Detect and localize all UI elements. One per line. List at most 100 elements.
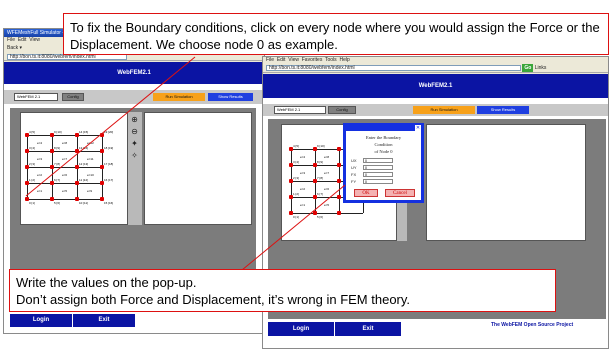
popup-line-2: Condition bbox=[374, 142, 393, 147]
fx-input[interactable]: 0 bbox=[363, 172, 393, 177]
node-label: 3 [4] bbox=[29, 146, 35, 150]
zoom-out-icon[interactable]: ⊖ bbox=[130, 127, 139, 136]
fx-label: FX bbox=[351, 172, 357, 177]
ux-input[interactable]: 0 bbox=[363, 158, 393, 163]
uy-label: UY bbox=[351, 165, 357, 170]
node-label: 19 [20] bbox=[104, 130, 114, 134]
top-instruction-text: To fix the Boundary conditions, click on… bbox=[70, 20, 600, 52]
left-config-button[interactable]: Config bbox=[62, 93, 84, 101]
element-label: e=9 bbox=[87, 189, 93, 193]
mesh-node[interactable] bbox=[337, 195, 341, 199]
ok-button[interactable]: OK bbox=[354, 189, 378, 197]
left-run-simulation-button[interactable]: Run Simulation bbox=[153, 93, 205, 101]
right-address-field[interactable]: http://bon.ts.it:8080/webfem/index.html bbox=[266, 64, 521, 71]
popup-line-3: of Node 0 bbox=[374, 149, 393, 154]
left-login-button[interactable]: Login bbox=[10, 314, 72, 327]
bottom-instruction-line-2: Don’t assign both Force and Displacement… bbox=[16, 292, 411, 307]
cancel-button[interactable]: Cancel bbox=[385, 189, 415, 197]
popup-titlebar: ✕ bbox=[346, 125, 421, 131]
uy-input[interactable]: 0 bbox=[363, 165, 393, 170]
node-label: 6 [7] bbox=[54, 178, 60, 182]
zoom-in-icon[interactable]: ⊕ bbox=[130, 115, 139, 124]
element-label: e=6 bbox=[62, 173, 68, 177]
mesh-h-line bbox=[27, 135, 102, 136]
node-label: 7 [8] bbox=[54, 162, 60, 166]
element-label: e=8 bbox=[324, 155, 330, 159]
element-label: e=7 bbox=[324, 171, 330, 175]
node-label: 8 [9] bbox=[317, 160, 323, 164]
element-label: e=4 bbox=[37, 141, 43, 145]
mesh-h-line bbox=[27, 167, 102, 168]
node-label: 16 [17] bbox=[104, 178, 114, 182]
element-label: e=3 bbox=[37, 157, 43, 161]
close-icon[interactable]: ✕ bbox=[415, 125, 421, 131]
left-results-panel bbox=[144, 112, 252, 225]
node-label: 8 [9] bbox=[54, 146, 60, 150]
page-root: { "callouts": { "top": "To fix the Bound… bbox=[0, 0, 611, 359]
element-label: e=10 bbox=[87, 173, 94, 177]
footer-text: The WebFEM Open Source Project bbox=[491, 322, 574, 328]
node-label: 1 [2] bbox=[29, 178, 35, 182]
element-label: e=11 bbox=[87, 157, 94, 161]
node-label: 7 [8] bbox=[317, 176, 323, 180]
node-label: 5 [6] bbox=[54, 201, 60, 205]
mesh-h-line bbox=[27, 183, 102, 184]
left-show-results-button[interactable]: Show Results bbox=[208, 93, 253, 101]
right-address-bar: http://bon.ts.it:8080/webfem/index.html … bbox=[263, 64, 608, 73]
right-results-panel bbox=[426, 124, 586, 241]
element-label: e=2 bbox=[37, 173, 43, 177]
fy-input[interactable]: 0 bbox=[363, 179, 393, 184]
mesh-h-line bbox=[291, 213, 363, 214]
node-label: 1 [2] bbox=[293, 192, 299, 196]
left-banner: WebFEM2.1 bbox=[4, 62, 264, 84]
node-label: 10 [11] bbox=[79, 201, 88, 205]
left-exit-button[interactable]: Exit bbox=[73, 314, 135, 327]
node-label: 9 [10] bbox=[54, 130, 62, 134]
pan-icon[interactable]: ✦ bbox=[130, 139, 139, 148]
mesh-node[interactable] bbox=[337, 179, 341, 183]
node-label: 12 [13] bbox=[79, 162, 89, 166]
node-label: 0 [1] bbox=[293, 215, 299, 219]
bottom-instruction-callout: Write the values on the pop-up. Don’t as… bbox=[9, 269, 556, 312]
element-label: e=1 bbox=[300, 203, 306, 207]
node-label: 4 [5] bbox=[293, 144, 299, 148]
right-login-button[interactable]: Login bbox=[268, 322, 334, 336]
mesh-h-line bbox=[27, 199, 102, 200]
element-label: e=1 bbox=[37, 189, 43, 193]
popup-line-1: Enter the Boundary bbox=[365, 135, 402, 140]
links-button[interactable]: Links bbox=[535, 65, 547, 71]
mesh-node[interactable] bbox=[337, 211, 341, 215]
left-project-field[interactable]: WebFEM 2.1 bbox=[14, 93, 58, 101]
right-project-field[interactable]: WebFEM 2.1 bbox=[274, 106, 326, 114]
right-config-button[interactable]: Config bbox=[328, 106, 356, 114]
node-label: 13 [14] bbox=[79, 146, 89, 150]
fy-label: FY bbox=[351, 179, 357, 184]
node-label: 14 [15] bbox=[79, 130, 89, 134]
element-label: e=2 bbox=[300, 187, 306, 191]
go-button[interactable]: Go bbox=[522, 64, 534, 72]
right-show-results-button[interactable]: Show Results bbox=[477, 106, 529, 114]
element-label: e=5 bbox=[324, 203, 330, 207]
mesh-node[interactable] bbox=[337, 147, 341, 151]
node-label: 9 [10] bbox=[317, 144, 325, 148]
node-label: 5 [6] bbox=[317, 215, 323, 219]
mesh-h-line bbox=[27, 151, 102, 152]
element-label: e=7 bbox=[62, 157, 68, 161]
node-label: 18 [19] bbox=[104, 146, 114, 150]
right-run-simulation-button[interactable]: Run Simulation bbox=[413, 106, 475, 114]
right-menubar: File Edit View Favorites Tools Help bbox=[263, 57, 608, 64]
node-label: 6 [7] bbox=[317, 192, 323, 196]
rotate-icon[interactable]: ✧ bbox=[130, 151, 139, 160]
node-label: 2 [3] bbox=[293, 176, 299, 180]
element-label: e=6 bbox=[324, 187, 330, 191]
right-exit-button[interactable]: Exit bbox=[335, 322, 401, 336]
element-label: e=5 bbox=[62, 189, 68, 193]
node-label: 2 [3] bbox=[29, 162, 35, 166]
node-label: 3 [4] bbox=[293, 160, 299, 164]
bottom-instruction-line-1: Write the values on the pop-up. bbox=[16, 275, 197, 290]
boundary-condition-popup: ✕ Enter the Boundary Condition of Node 0… bbox=[343, 123, 424, 203]
left-mesh-panel bbox=[20, 112, 128, 225]
element-label: e=3 bbox=[300, 171, 306, 175]
back-button[interactable]: Back ▾ bbox=[7, 45, 22, 51]
mesh-node[interactable] bbox=[337, 163, 341, 167]
